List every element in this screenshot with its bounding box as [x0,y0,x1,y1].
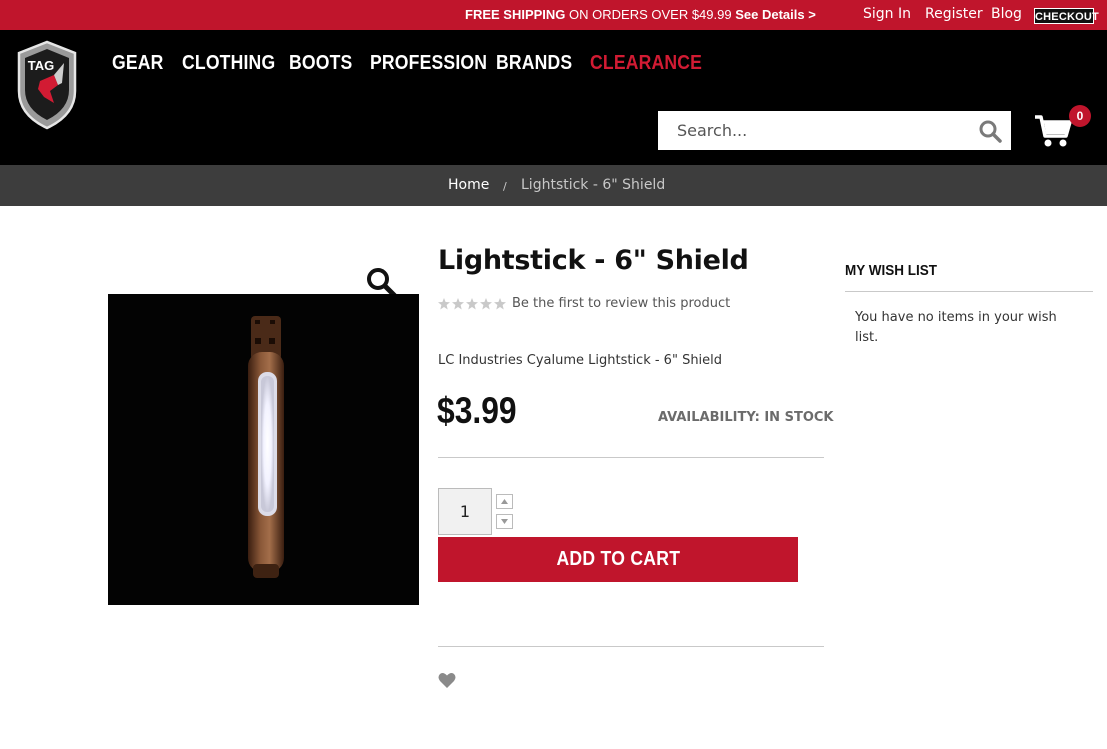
add-to-cart-button[interactable]: ADD TO CART [438,537,798,582]
see-details-link[interactable]: See Details > [735,7,816,22]
nav-boots[interactable]: BOOTS [289,52,352,75]
free-shipping-banner[interactable]: FREE SHIPPING ON ORDERS OVER $49.99 See … [465,7,816,22]
site-header: TAG GEAR CLOTHING BOOTS PROFESSION BRAND… [0,30,1107,165]
lightstick-photo [108,294,419,605]
divider [438,457,824,458]
wishlist-empty-message: You have no items in your wish list. [855,310,1057,345]
checkout-button[interactable]: CHECKOUT [1034,8,1099,24]
breadcrumb-current: Lightstick - 6" Shield [521,177,666,193]
quantity-input[interactable] [438,488,492,535]
heart-icon[interactable] [438,672,456,689]
product-image[interactable] [108,294,419,605]
breadcrumb-home[interactable]: Home [448,177,489,193]
sign-in-link[interactable]: Sign In [863,6,911,22]
search-icon[interactable] [978,119,1002,143]
promo-bar: FREE SHIPPING ON ORDERS OVER $49.99 See … [0,0,1107,30]
wishlist-title: MY WISH LIST [845,262,938,279]
rating-stars[interactable] [438,297,508,311]
promo-text: ON ORDERS OVER $49.99 [565,7,736,22]
nav-gear[interactable]: GEAR [112,52,164,75]
register-link[interactable]: Register [925,6,983,22]
breadcrumb-separator: / [503,180,507,193]
product-title: Lightstick - 6" Shield [438,245,749,276]
divider [438,646,824,647]
first-review-link[interactable]: Be the first to review this product [512,296,730,311]
product-price: $3.99 [437,390,517,431]
cart-icon[interactable] [1034,114,1072,148]
arrow-down-icon [501,519,508,524]
availability-status: AVAILABILITY: IN STOCK [658,410,834,425]
arrow-up-icon [501,499,508,504]
promo-bold: FREE SHIPPING [465,7,566,22]
search-box [658,111,1011,150]
cart-count-badge[interactable]: 0 [1069,105,1091,127]
quantity-increase-button[interactable] [496,494,513,509]
quantity-decrease-button[interactable] [496,514,513,529]
blog-link[interactable]: Blog [991,6,1022,22]
search-input[interactable] [658,111,968,150]
logo-text: TAG [28,58,54,73]
nav-brands[interactable]: BRANDS [496,52,572,75]
product-short-description: LC Industries Cyalume Lightstick - 6" Sh… [438,353,723,368]
nav-clothing[interactable]: CLOTHING [182,52,275,75]
nav-profession[interactable]: PROFESSION [370,52,487,75]
nav-clearance[interactable]: CLEARANCE [590,52,702,75]
wishlist-divider [845,291,1093,292]
tag-logo[interactable]: TAG [14,39,80,131]
breadcrumb: Home / Lightstick - 6" Shield [0,165,1107,206]
add-to-cart-label: ADD TO CART [556,548,680,570]
